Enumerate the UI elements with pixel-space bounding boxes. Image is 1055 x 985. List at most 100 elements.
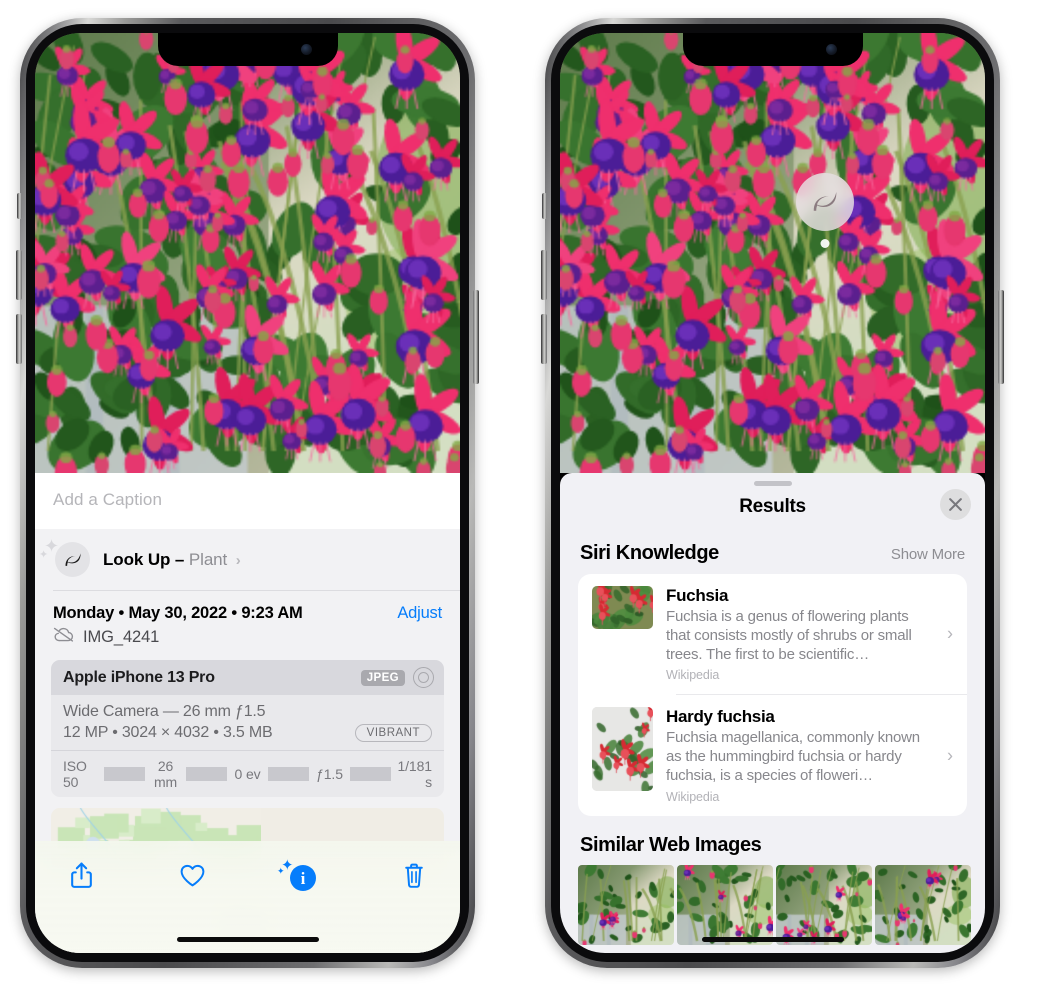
heart-icon (179, 863, 206, 893)
similar-web-images-row[interactable] (560, 864, 985, 945)
camera-card-body: Wide Camera — 26 mm ƒ1.5 12 MP • 3024 × … (51, 695, 444, 750)
similar-web-images-header: Similar Web Images (560, 816, 985, 865)
look-up-row[interactable]: ✦ ✦ Look Up – Plant › (35, 529, 460, 590)
look-up-label: Look Up – Plant › (103, 550, 241, 570)
look-up-badge: ✦ ✦ (39, 537, 90, 577)
volume-down-button[interactable] (541, 314, 547, 364)
exif-shutter: 1/181 s (397, 758, 432, 790)
power-button[interactable] (998, 290, 1004, 384)
info-sparkle-icon: ✦ ✦ i (277, 858, 316, 891)
file-name: IMG_4241 (83, 627, 160, 646)
right-screen: Results Siri Knowledge Show More Fuchsia… (560, 33, 985, 953)
leaf-icon (55, 542, 90, 577)
photo-info-sheet: Add a Caption ✦ ✦ Look Up – Plant › Mond… (35, 473, 460, 953)
exif-divider (186, 767, 227, 781)
share-button[interactable] (61, 858, 101, 898)
photo-date: Monday • May 30, 2022 • 9:23 AM (53, 604, 303, 622)
siri-knowledge-header: Siri Knowledge Show More (560, 522, 985, 574)
knowledge-title: Hardy fuchsia (666, 707, 775, 727)
leaf-icon (796, 173, 854, 231)
knowledge-item[interactable]: Fuchsia Fuchsia is a genus of flowering … (578, 574, 967, 694)
web-image-thumb[interactable] (677, 864, 773, 945)
close-button[interactable] (940, 489, 971, 520)
web-image-thumb[interactable] (776, 864, 872, 945)
file-row: IMG_4241 (35, 623, 460, 647)
knowledge-description: Fuchsia is a genus of flowering plants t… (666, 607, 912, 663)
photographic-style-badge: VIBRANT (354, 724, 432, 742)
section-title: Siri Knowledge (580, 542, 719, 564)
results-title: Results (739, 496, 806, 517)
web-image-thumb[interactable] (578, 864, 674, 945)
screenshot-canvas: Add a Caption ✦ ✦ Look Up – Plant › Mond… (0, 0, 1055, 985)
sparkle-icon-small: ✦ (39, 549, 49, 561)
web-image-thumb[interactable] (875, 864, 971, 945)
knowledge-thumbnail (592, 707, 653, 792)
results-sheet: Results Siri Knowledge Show More Fuchsia… (560, 473, 985, 953)
siri-knowledge-card: Fuchsia Fuchsia is a genus of flowering … (578, 574, 967, 816)
notch (682, 33, 863, 66)
power-button[interactable] (473, 290, 479, 384)
cloud-slash-icon (53, 627, 74, 647)
exif-divider (268, 767, 309, 781)
look-up-dash: – (174, 549, 185, 569)
volume-down-button[interactable] (16, 314, 22, 364)
volume-up-button[interactable] (16, 250, 22, 300)
knowledge-body: Fuchsia Fuchsia is a genus of flowering … (666, 586, 955, 682)
volume-up-button[interactable] (541, 250, 547, 300)
exif-divider (350, 767, 391, 781)
front-camera-icon (825, 44, 837, 55)
share-icon (69, 861, 94, 895)
look-up-title: Look Up (103, 549, 171, 569)
visual-look-up-badge[interactable] (796, 173, 854, 248)
knowledge-title: Fuchsia (666, 586, 729, 605)
exif-exposure: 0 ev (234, 766, 261, 782)
spec-row: 12 MP • 3024 × 4032 • 3.5 MB VIBRANT (63, 724, 432, 742)
camera-header-badges: JPEG (360, 667, 434, 688)
info-glyph: i (290, 865, 316, 891)
chevron-right-icon: › (947, 623, 953, 644)
camera-device-name: Apple iPhone 13 Pro (63, 668, 215, 686)
lens-description: Wide Camera — 26 mm ƒ1.5 (63, 703, 266, 720)
info-button[interactable]: ✦ ✦ i (277, 858, 323, 898)
left-screen: Add a Caption ✦ ✦ Look Up – Plant › Mond… (35, 33, 460, 953)
exif-divider (104, 767, 145, 781)
camera-card-header: Apple iPhone 13 Pro JPEG (51, 660, 444, 695)
sparkle-icon-small: ✦ (277, 866, 285, 876)
results-header: Results (560, 486, 985, 522)
knowledge-source: Wikipedia (666, 789, 720, 804)
adjust-button[interactable]: Adjust (397, 604, 442, 623)
close-icon (949, 498, 962, 511)
date-row: Monday • May 30, 2022 • 9:23 AM Adjust (35, 591, 460, 623)
exif-focal-length: 26 mm (153, 758, 178, 790)
knowledge-description: Fuchsia magellanica, commonly known as t… (666, 729, 920, 784)
caption-input[interactable]: Add a Caption (35, 473, 460, 529)
exif-row: ISO 50 26 mm 0 ev ƒ1.5 1/181 s (51, 750, 444, 797)
chevron-right-icon: › (947, 745, 953, 766)
knowledge-source: Wikipedia (666, 668, 720, 683)
camera-info-card[interactable]: Apple iPhone 13 Pro JPEG Wide Camera — 2… (51, 660, 444, 797)
knowledge-thumbnail (592, 586, 653, 629)
mute-switch[interactable] (17, 193, 22, 219)
favorite-button[interactable] (172, 858, 212, 898)
section-title: Similar Web Images (580, 833, 762, 856)
look-up-value: Plant (188, 549, 228, 569)
photo-viewer[interactable] (560, 33, 985, 473)
knowledge-body: Hardy fuchsia Fuchsia magellanica, commo… (666, 707, 955, 803)
mute-switch[interactable] (542, 193, 547, 219)
knowledge-item[interactable]: Hardy fuchsia Fuchsia magellanica, commo… (578, 695, 967, 815)
front-camera-icon (300, 44, 312, 55)
aperture-icon (413, 667, 434, 688)
photo-viewer[interactable] (35, 33, 460, 473)
left-phone: Add a Caption ✦ ✦ Look Up – Plant › Mond… (16, 18, 479, 968)
home-indicator[interactable] (701, 937, 844, 942)
chevron-right-icon: › (235, 551, 241, 569)
exif-iso: ISO 50 (63, 758, 87, 790)
format-badge: JPEG (360, 669, 405, 686)
image-specs: 12 MP • 3024 × 4032 • 3.5 MB (63, 724, 273, 741)
right-phone: Results Siri Knowledge Show More Fuchsia… (541, 18, 1004, 968)
notch (157, 33, 338, 66)
show-more-button[interactable]: Show More (891, 546, 965, 563)
home-indicator[interactable] (176, 937, 319, 942)
trash-icon (402, 862, 426, 894)
delete-button[interactable] (394, 858, 434, 898)
